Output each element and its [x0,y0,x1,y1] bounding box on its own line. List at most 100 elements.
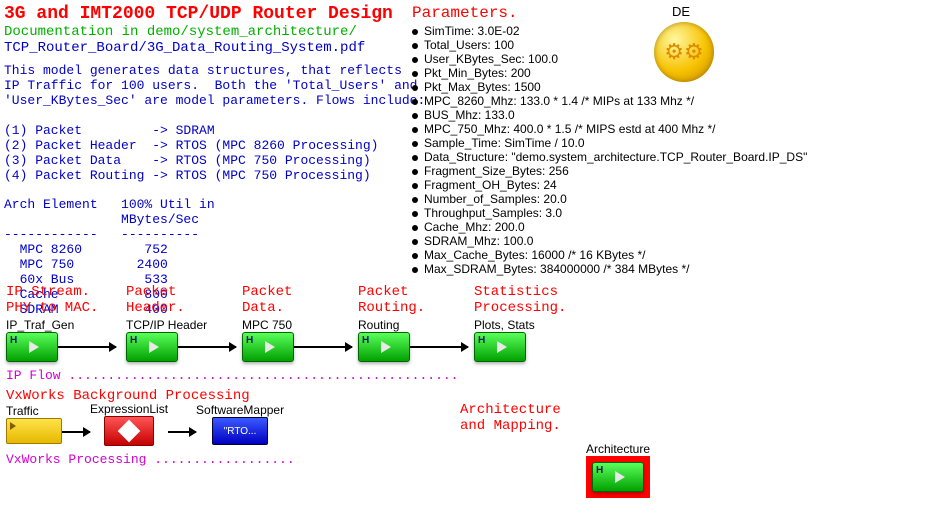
parameter-text: Pkt_Max_Bytes: 1500 [424,80,541,94]
parameter-text: MPC_8260_Mhz: 133.0 * 1.4 /* MIPs at 133… [424,94,694,108]
stage-title: Statistics Processing. [474,284,566,318]
parameter-row: Sample_Time: SimTime / 10.0 [412,136,807,150]
bullet-icon [412,99,418,105]
connector-arrow-icon [410,346,468,348]
parameter-row: Pkt_Max_Bytes: 1500 [412,80,807,94]
pipeline-block[interactable]: H [242,332,294,362]
pipeline-block[interactable]: H [358,332,410,362]
stage-title: IP Stream. PHY to MAC. [6,284,98,318]
pipeline-block[interactable]: H [6,332,58,362]
bullet-icon [412,127,418,133]
parameter-row: Fragment_OH_Bytes: 24 [412,178,807,192]
stage-block-label: Routing [358,318,399,332]
bullet-icon [412,141,418,147]
director-label: DE [672,4,690,19]
softwaremapper-block[interactable]: "RTO... [212,417,268,445]
h-icon: H [246,335,253,346]
bullet-icon [412,169,418,175]
stage-title: Packet Data. [242,284,292,318]
arrow-icon [265,341,275,353]
arrow-icon [497,341,507,353]
stage-title: Packet Routing. [358,284,425,318]
expressionlist-label: ExpressionList [90,402,168,416]
parameter-row: Fragment_Size_Bytes: 256 [412,164,807,178]
architecture-label: Architecture and Mapping. [460,402,561,434]
bullet-icon [412,155,418,161]
parameter-text: Pkt_Min_Bytes: 200 [424,66,531,80]
director-block[interactable]: ⚙⚙ [654,22,714,82]
parameters-list: SimTime: 3.0E-02Total_Users: 100User_KBy… [412,24,807,276]
stage-title: Packet Header. [126,284,185,318]
pipeline-block[interactable]: H [126,332,178,362]
parameter-text: Cache_Mhz: 200.0 [424,220,525,234]
arrow-icon [29,341,39,353]
parameter-text: Fragment_OH_Bytes: 24 [424,178,557,192]
parameter-row: Max_Cache_Bytes: 16000 /* 16 KBytes */ [412,248,807,262]
parameter-text: Sample_Time: SimTime / 10.0 [424,136,585,150]
expressionlist-block[interactable] [104,416,154,446]
stage-block-label: Plots, Stats [474,318,535,332]
parameter-row: Max_SDRAM_Bytes: 384000000 /* 384 MBytes… [412,262,807,276]
parameter-row: User_KBytes_Sec: 100.0 [412,52,807,66]
bullet-icon [412,85,418,91]
softwaremapper-label: SoftwareMapper [196,403,284,417]
connector-arrow-icon [178,346,236,348]
parameter-row: MPC_8260_Mhz: 133.0 * 1.4 /* MIPs at 133… [412,94,807,108]
stage: Packet Data.MPC 750H [242,284,358,362]
parameter-row: Total_Users: 100 [412,38,807,52]
architecture-block-wrap: Architecture H [586,442,650,498]
bullet-icon [412,29,418,35]
bullet-icon [412,113,418,119]
stage: Packet Routing.Routing H [358,284,474,362]
bullet-icon [412,43,418,49]
stage-block-label: IP_Traf_Gen [6,318,74,332]
parameter-row: MPC_750_Mhz: 400.0 * 1.5 /* MIPS estd at… [412,122,807,136]
stage: Packet Header.TCP/IP HeaderH [126,284,242,362]
parameter-text: Max_SDRAM_Bytes: 384000000 /* 384 MBytes… [424,262,689,276]
architecture-block-label: Architecture [586,442,650,456]
bullet-icon [412,267,418,273]
arrow-icon [149,341,159,353]
bullet-icon [412,183,418,189]
parameter-row: Number_of_Samples: 20.0 [412,192,807,206]
stage: Statistics Processing.Plots, StatsH [474,284,614,362]
pipeline-stages: IP Stream. PHY to MAC.IP_Traf_GenHPacket… [6,284,614,362]
bullet-icon [412,71,418,77]
parameter-text: Fragment_Size_Bytes: 256 [424,164,569,178]
bullet-icon [412,253,418,259]
parameter-row: Pkt_Min_Bytes: 200 [412,66,807,80]
parameter-text: Max_Cache_Bytes: 16000 /* 16 KBytes */ [424,248,645,262]
parameter-row: BUS_Mhz: 133.0 [412,108,807,122]
vxworks-flow-label: VxWorks Processing .................. [6,452,295,467]
parameter-text: SDRAM_Mhz: 100.0 [424,234,533,248]
stage: IP Stream. PHY to MAC.IP_Traf_Gen H [6,284,126,362]
ip-flow-label: IP Flow ................................… [6,368,458,383]
bullet-icon [412,57,418,63]
arrow-icon [381,341,391,353]
h-icon: H [362,335,369,346]
parameter-row: SimTime: 3.0E-02 [412,24,807,38]
parameter-row: Cache_Mhz: 200.0 [412,220,807,234]
traffic-block[interactable] [6,418,62,444]
parameters-header: Parameters. [412,4,518,22]
parameter-row: Throughput_Samples: 3.0 [412,206,807,220]
connector-arrow-icon [294,346,352,348]
bullet-icon [412,239,418,245]
parameter-text: Total_Users: 100 [424,38,514,52]
connector-arrow-icon [58,346,116,348]
h-icon: H [130,335,137,346]
pipeline-block[interactable]: H [474,332,526,362]
parameter-text: User_KBytes_Sec: 100.0 [424,52,558,66]
vxworks-pipeline: Traffic ExpressionList SoftwareMapper "R… [6,402,284,446]
bullet-icon [412,211,418,217]
h-icon: H [10,335,17,346]
parameter-row: SDRAM_Mhz: 100.0 [412,234,807,248]
parameter-row: Data_Structure: "demo.system_architectur… [412,150,807,164]
parameter-text: BUS_Mhz: 133.0 [424,108,515,122]
parameter-text: Data_Structure: "demo.system_architectur… [424,150,807,164]
parameter-text: Throughput_Samples: 3.0 [424,206,562,220]
architecture-block[interactable]: H [586,456,650,498]
bullet-icon [412,225,418,231]
gear-icon: ⚙⚙ [664,39,703,65]
parameter-text: Number_of_Samples: 20.0 [424,192,567,206]
